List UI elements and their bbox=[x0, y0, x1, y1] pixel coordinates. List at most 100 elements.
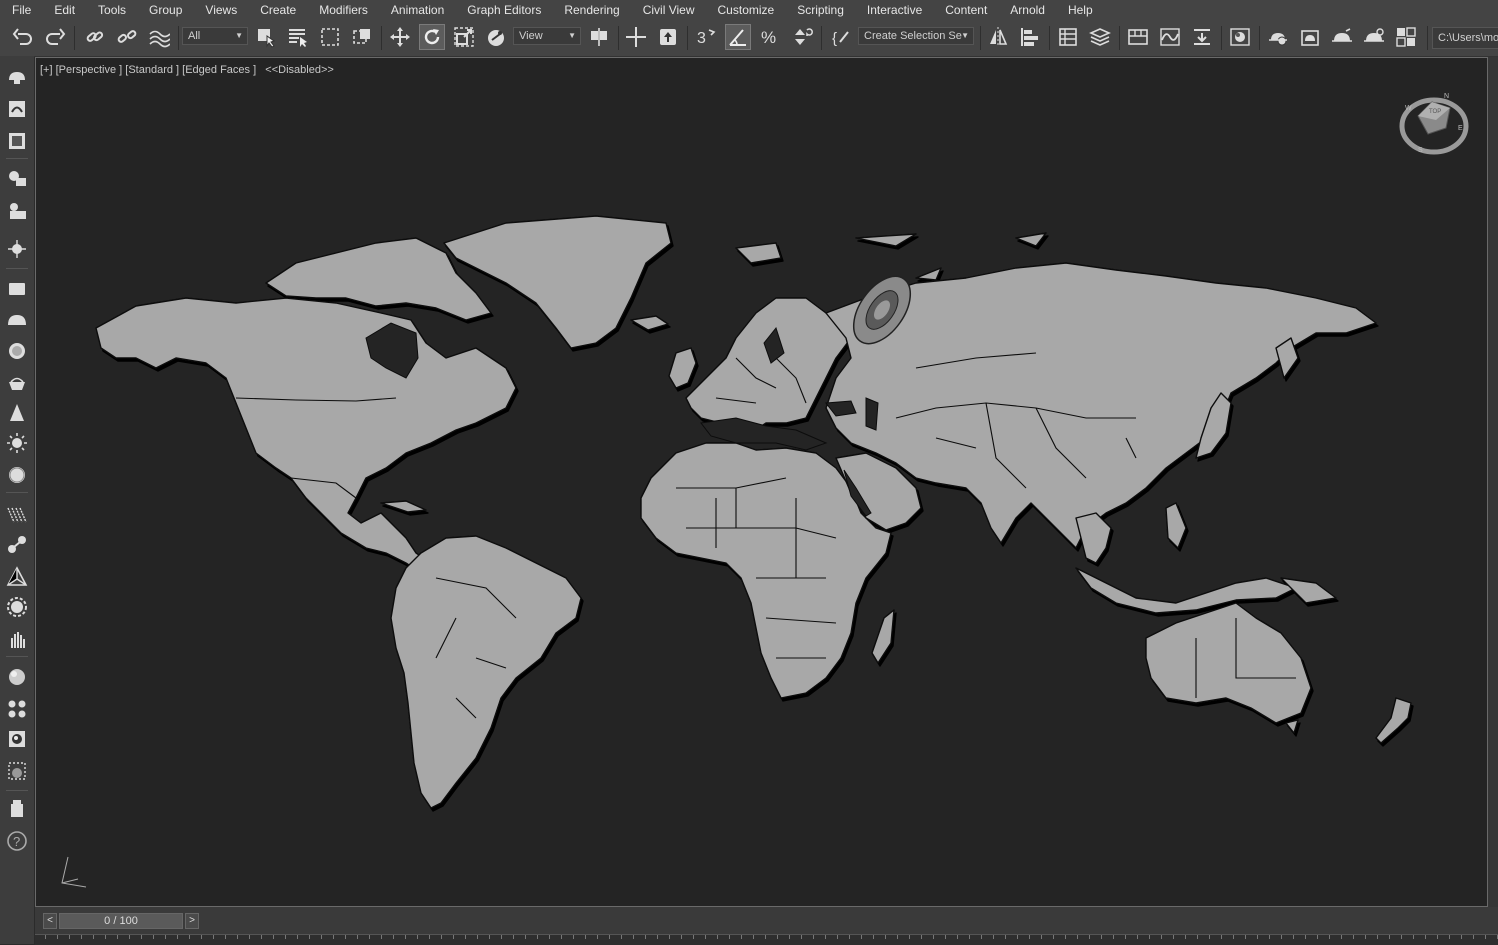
menu-edit[interactable]: Edit bbox=[42, 0, 86, 20]
timeline-tick bbox=[429, 935, 430, 939]
menu-content[interactable]: Content bbox=[933, 0, 998, 20]
timeline-tick bbox=[345, 935, 346, 939]
timeline-tick bbox=[153, 935, 154, 939]
material-editor-icon[interactable] bbox=[1227, 24, 1253, 50]
motion-icon[interactable] bbox=[4, 564, 30, 590]
reference-coordinate-dropdown[interactable]: View ▼ bbox=[513, 27, 581, 45]
viewport-shading-icon[interactable] bbox=[4, 726, 30, 752]
time-slider[interactable]: 0 / 100 bbox=[59, 913, 183, 929]
tasmania-landmass bbox=[1285, 719, 1299, 734]
bones-icon[interactable] bbox=[4, 500, 30, 526]
track-bar[interactable] bbox=[35, 934, 1498, 945]
asset-icon[interactable] bbox=[4, 696, 30, 722]
activeshade-icon[interactable] bbox=[1393, 24, 1419, 50]
window-crossing-icon[interactable] bbox=[349, 24, 375, 50]
menu-rendering[interactable]: Rendering bbox=[552, 0, 630, 20]
prev-frame-button[interactable]: < bbox=[43, 913, 57, 929]
angle-snap-icon[interactable] bbox=[725, 24, 751, 50]
menu-file[interactable]: File bbox=[0, 0, 42, 20]
create-lights-icon[interactable] bbox=[4, 128, 30, 154]
spinner-snap-icon[interactable] bbox=[789, 24, 815, 50]
unlink-icon[interactable] bbox=[114, 24, 140, 50]
select-by-name-icon[interactable] bbox=[285, 24, 311, 50]
world-map-object[interactable] bbox=[36, 58, 1487, 906]
bind-space-warp-icon[interactable] bbox=[146, 24, 172, 50]
viewcube-icon[interactable]: TOP W E S N bbox=[1396, 86, 1476, 166]
align-icon[interactable] bbox=[1017, 24, 1043, 50]
scale-icon[interactable] bbox=[451, 24, 477, 50]
pivot-icon[interactable] bbox=[586, 24, 612, 50]
curve-editor-icon[interactable] bbox=[1157, 24, 1183, 50]
menu-scripting[interactable]: Scripting bbox=[785, 0, 855, 20]
ribbon-icon[interactable] bbox=[1125, 24, 1151, 50]
timeline-tick bbox=[669, 935, 670, 939]
box-icon[interactable] bbox=[4, 276, 30, 302]
timeline-tick bbox=[633, 935, 634, 939]
torus-icon[interactable] bbox=[4, 462, 30, 488]
render-setup-icon[interactable] bbox=[1265, 24, 1291, 50]
render-icon[interactable] bbox=[1329, 24, 1355, 50]
keyboard-shortcut-icon[interactable] bbox=[655, 24, 681, 50]
scene-explorer-icon[interactable] bbox=[1055, 24, 1081, 50]
particles-icon[interactable] bbox=[4, 236, 30, 262]
create-helpers-icon[interactable] bbox=[4, 198, 30, 224]
material-sphere-icon[interactable] bbox=[4, 664, 30, 690]
timeline-tick bbox=[1317, 935, 1318, 939]
menu-graph-editors[interactable]: Graph Editors bbox=[455, 0, 552, 20]
placement-icon[interactable] bbox=[483, 24, 509, 50]
menu-tools[interactable]: Tools bbox=[86, 0, 137, 20]
menu-views[interactable]: Views bbox=[193, 0, 248, 20]
render-iterative-icon[interactable] bbox=[1361, 24, 1387, 50]
timeline-tick bbox=[117, 935, 118, 939]
render-frame-icon[interactable] bbox=[1297, 24, 1323, 50]
timeline-tick bbox=[465, 935, 466, 939]
menu-modifiers[interactable]: Modifiers bbox=[307, 0, 379, 20]
menu-interactive[interactable]: Interactive bbox=[855, 0, 933, 20]
next-frame-button[interactable]: > bbox=[185, 913, 199, 929]
named-selection-set-dropdown[interactable]: Create Selection Se ▼ bbox=[858, 27, 974, 45]
link-icon[interactable] bbox=[82, 24, 108, 50]
menu-group[interactable]: Group bbox=[137, 0, 193, 20]
schematic-view-icon[interactable] bbox=[1189, 24, 1215, 50]
explorer-icon[interactable] bbox=[4, 758, 30, 784]
teapot-icon[interactable] bbox=[4, 370, 30, 396]
sphere-icon[interactable] bbox=[4, 308, 30, 334]
undo-icon[interactable] bbox=[10, 24, 36, 50]
menu-create[interactable]: Create bbox=[248, 0, 307, 20]
menu-arnold[interactable]: Arnold bbox=[998, 0, 1056, 20]
timeline-tick bbox=[141, 935, 142, 939]
timeline-tick bbox=[957, 935, 958, 939]
timeline-tick bbox=[849, 935, 850, 939]
scene-converter-icon[interactable] bbox=[4, 796, 30, 822]
hierarchy-icon[interactable] bbox=[4, 532, 30, 558]
menu-animation[interactable]: Animation bbox=[379, 0, 455, 20]
create-geometry-icon[interactable] bbox=[4, 64, 30, 90]
select-object-icon[interactable] bbox=[253, 24, 279, 50]
snap-3d-icon[interactable]: 3 bbox=[693, 24, 719, 50]
menu-help[interactable]: Help bbox=[1056, 0, 1104, 20]
project-path-field[interactable]: C:\Users\mo bbox=[1432, 27, 1498, 49]
light-icon[interactable] bbox=[4, 430, 30, 456]
edit-named-sets-icon[interactable]: { bbox=[829, 24, 855, 50]
manipulate-icon[interactable] bbox=[623, 24, 649, 50]
menu-civil-view[interactable]: Civil View bbox=[631, 0, 706, 20]
create-cameras-icon[interactable] bbox=[4, 166, 30, 192]
geosphere-icon[interactable] bbox=[4, 338, 30, 364]
rotate-icon[interactable] bbox=[419, 24, 445, 50]
selection-filter-dropdown[interactable]: All ▼ bbox=[182, 27, 248, 45]
layer-explorer-icon[interactable] bbox=[1087, 24, 1113, 50]
create-shapes-icon[interactable] bbox=[4, 96, 30, 122]
rectangular-region-icon[interactable] bbox=[317, 24, 343, 50]
help-icon[interactable]: ? bbox=[4, 828, 30, 854]
timeline-tick bbox=[801, 935, 802, 939]
cone-icon[interactable] bbox=[4, 400, 30, 426]
viewport-label[interactable]: [+] [Perspective ] [Standard ] [Edged Fa… bbox=[40, 64, 334, 76]
mirror-icon[interactable] bbox=[985, 24, 1011, 50]
utilities-icon[interactable] bbox=[4, 594, 30, 620]
menu-customize[interactable]: Customize bbox=[706, 0, 786, 20]
redo-icon[interactable] bbox=[42, 24, 68, 50]
perspective-viewport[interactable]: [+] [Perspective ] [Standard ] [Edged Fa… bbox=[35, 57, 1488, 907]
percent-snap-icon[interactable]: % bbox=[757, 24, 783, 50]
move-icon[interactable] bbox=[387, 24, 413, 50]
render-region-icon[interactable] bbox=[4, 626, 30, 652]
